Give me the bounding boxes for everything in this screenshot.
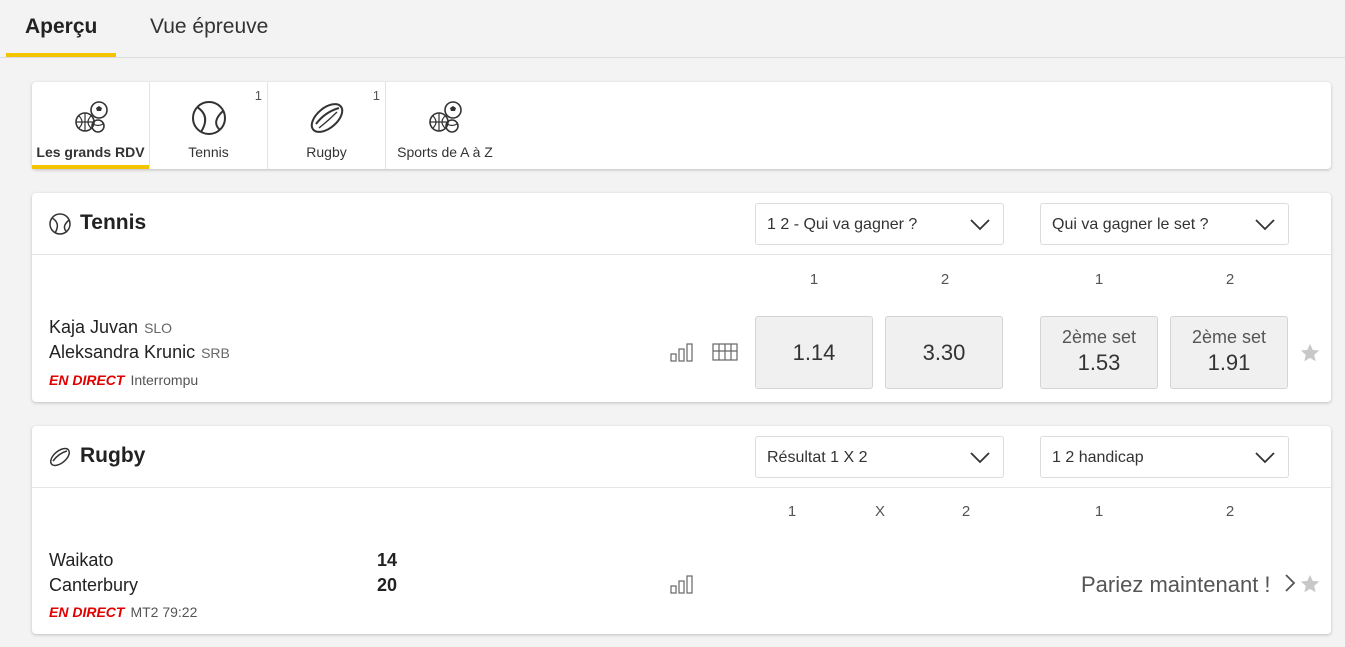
select-value: 1 2 handicap — [1052, 449, 1144, 466]
column-label: 1 — [809, 271, 819, 288]
column-label: 1 — [1094, 271, 1104, 288]
chevron-down-icon — [1255, 452, 1275, 464]
team-home[interactable]: Waikato — [49, 550, 113, 571]
team-name: Canterbury — [49, 575, 139, 595]
section-title: Rugby — [80, 444, 146, 467]
bet-now-label: Pariez maintenant ! — [1081, 572, 1271, 597]
rugby-ball-icon — [49, 447, 71, 467]
column-label: 2 — [1225, 271, 1235, 288]
player-nationality: SLO — [144, 320, 173, 336]
odd-value: 1.91 — [1207, 350, 1251, 375]
favorite-star-icon[interactable] — [1299, 342, 1321, 364]
column-label: 1 — [1094, 503, 1104, 520]
sport-nav-item-a-z[interactable]: Sports de A à Z — [386, 82, 504, 169]
odd-value: 3.30 — [922, 340, 966, 365]
chevron-down-icon — [1255, 219, 1275, 231]
odd-button[interactable]: 2ème set 1.91 — [1170, 316, 1288, 389]
odd-label: 2ème set — [1061, 327, 1137, 347]
match-status: EN DIRECT MT2 79:22 — [49, 604, 197, 620]
market-select-handicap[interactable]: 1 2 handicap — [1040, 436, 1289, 478]
odd-value: 1.53 — [1077, 350, 1121, 375]
player-nationality: SRB — [201, 345, 230, 361]
match-status: EN DIRECT Interrompu — [49, 372, 198, 388]
market-select-winner[interactable]: 1 2 - Qui va gagner ? — [755, 203, 1004, 245]
rugby-section: Rugby Résultat 1 X 2 1 2 handicap 1 X 2 … — [32, 426, 1331, 634]
tab-vue-epreuve[interactable]: Vue épreuve — [150, 0, 268, 57]
odd-label: 2ème set — [1191, 327, 1267, 347]
section-header: Rugby Résultat 1 X 2 1 2 handicap — [32, 426, 1331, 488]
sports-nav: Les grands RDV 1 Tennis 1 Rugby Sports d… — [32, 82, 1331, 169]
chevron-down-icon — [970, 452, 990, 464]
sport-count-badge: 1 — [372, 88, 380, 103]
market-select-result[interactable]: Résultat 1 X 2 — [755, 436, 1004, 478]
select-value: Qui va gagner le set ? — [1052, 216, 1209, 233]
sport-nav-item-grands-rdv[interactable]: Les grands RDV — [32, 82, 150, 169]
player-away[interactable]: Aleksandra Krunic SRB — [49, 342, 230, 363]
sport-nav-label: Les grands RDV — [36, 144, 145, 160]
stats-icon[interactable] — [670, 343, 696, 363]
column-label: X — [874, 503, 885, 520]
chevron-right-icon — [1285, 574, 1295, 592]
sport-nav-item-rugby[interactable]: 1 Rugby — [268, 82, 386, 169]
sport-nav-label: Sports de A à Z — [397, 144, 493, 160]
team-home-score: 14 — [377, 550, 398, 570]
sport-count-badge: 1 — [254, 88, 262, 103]
status-text: Interrompu — [130, 372, 199, 388]
tab-apercu[interactable]: Aperçu — [5, 0, 117, 57]
sports-balls-icon — [429, 101, 462, 133]
team-name: Waikato — [49, 550, 114, 570]
section-title: Tennis — [80, 211, 147, 234]
live-badge: EN DIRECT — [49, 372, 125, 388]
tennis-ball-icon — [49, 213, 71, 235]
column-label: 2 — [1225, 503, 1235, 520]
rugby-ball-icon — [310, 103, 343, 133]
column-label: 1 — [787, 503, 797, 520]
odd-button[interactable]: 2ème set 1.53 — [1040, 316, 1158, 389]
sport-nav-label: Tennis — [188, 144, 229, 160]
tennis-ball-icon — [191, 101, 226, 135]
stats-icon[interactable] — [670, 575, 696, 595]
tennis-section: Tennis 1 2 - Qui va gagner ? Qui va gagn… — [32, 193, 1331, 402]
team-away[interactable]: Canterbury — [49, 575, 138, 596]
sport-nav-label: Rugby — [306, 144, 347, 160]
player-name: Kaja Juvan — [49, 317, 139, 337]
section-header: Tennis 1 2 - Qui va gagner ? Qui va gagn… — [32, 193, 1331, 255]
column-label: 2 — [940, 271, 950, 288]
column-label: 2 — [961, 503, 971, 520]
top-tabs: Aperçu Vue épreuve — [0, 0, 1345, 58]
player-home[interactable]: Kaja Juvan SLO — [49, 317, 172, 338]
status-text: MT2 79:22 — [130, 604, 198, 620]
favorite-star-icon[interactable] — [1299, 573, 1321, 595]
player-name: Aleksandra Krunic — [49, 342, 196, 362]
market-select-set[interactable]: Qui va gagner le set ? — [1040, 203, 1289, 245]
odd-button[interactable]: 3.30 — [885, 316, 1003, 389]
team-away-score: 20 — [377, 575, 398, 595]
odd-value: 1.14 — [792, 340, 836, 365]
select-value: 1 2 - Qui va gagner ? — [767, 216, 918, 233]
bet-now-link[interactable]: Pariez maintenant ! — [1081, 572, 1297, 598]
chevron-down-icon — [970, 219, 990, 231]
sports-balls-icon — [74, 101, 108, 133]
sport-nav-item-tennis[interactable]: 1 Tennis — [150, 82, 268, 169]
scoreboard-icon[interactable] — [712, 342, 738, 362]
odd-button[interactable]: 1.14 — [755, 316, 873, 389]
select-value: Résultat 1 X 2 — [767, 449, 868, 466]
live-badge: EN DIRECT — [49, 604, 125, 620]
